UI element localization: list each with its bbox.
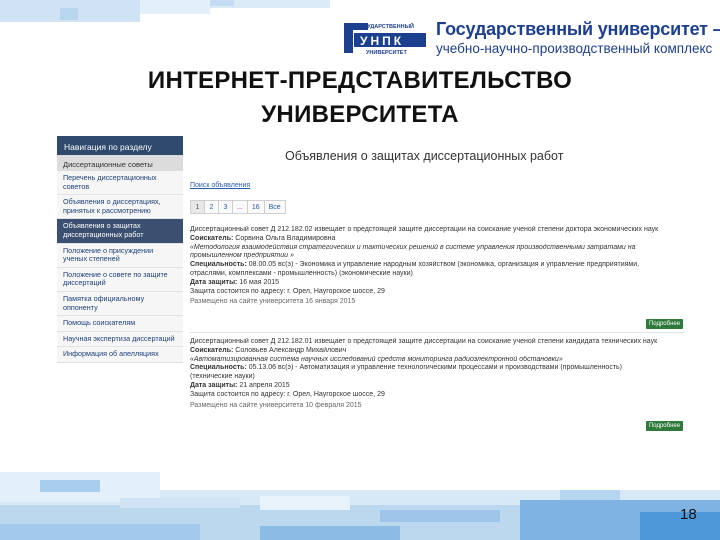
- nav-item-label: Положение о присуждении ученых степеней: [63, 245, 154, 264]
- bottom-decoration: [0, 472, 720, 540]
- nav-item-applicant-help[interactable]: Помощь соискателям: [57, 316, 183, 332]
- page-ellipsis: ...: [232, 200, 248, 214]
- specialty-text: 05.13.06 вс(э) - Автоматизация и управле…: [248, 364, 623, 372]
- defense-address: Защита состоится по адресу: г. Орел, Нау…: [190, 287, 385, 295]
- applicant-name: Соловьев Александр Михайлович: [235, 346, 347, 354]
- nav-header: Навигация по разделу: [57, 136, 183, 155]
- defense-date-label: Дата защиты:: [190, 381, 238, 389]
- more-button[interactable]: Подробнее: [646, 421, 683, 431]
- applicant-label: Соискатель:: [190, 346, 234, 354]
- announcement-item: Диссертационный совет Д 212.182.01 извещ…: [190, 338, 685, 410]
- university-logo: ГОСУДАРСТВЕННЫЙ УНПК УНИВЕРСИТЕТ Государ…: [344, 18, 720, 58]
- defense-date-label: Дата защиты:: [190, 278, 238, 286]
- nav-section-title[interactable]: Диссертационные советы: [57, 155, 183, 171]
- slide-title-line-1: ИНТЕРНЕТ-ПРЕДСТАВИТЕЛЬСТВО: [147, 67, 573, 94]
- nav-item-label: Объявления о защитах диссертационных раб…: [63, 221, 144, 239]
- nav-item-council-regulations[interactable]: Положение о совете по защите диссертаций: [57, 267, 183, 292]
- divider: [190, 332, 685, 333]
- announcement-item: Диссертационный совет Д 212.182.02 извещ…: [190, 226, 685, 307]
- announcement-heading: Диссертационный совет Д 212.182.02 извещ…: [190, 226, 659, 233]
- logo-emblem: ГОСУДАРСТВЕННЫЙ УНПК УНИВЕРСИТЕТ: [344, 22, 426, 56]
- logo-subtitle: учебно-научно-производственный комплекс: [436, 41, 713, 56]
- nav-item-label: Перечень диссертационных советов: [63, 173, 157, 191]
- specialty-label: Специальность:: [190, 261, 247, 269]
- logo-mark-top: ГОСУДАРСТВЕННЫЙ: [356, 22, 414, 30]
- topic-text: «Автоматизированная система научных иссл…: [190, 355, 563, 363]
- logo-mark-bottom: УНИВЕРСИТЕТ: [366, 50, 407, 56]
- specialty-label: Специальность:: [190, 364, 247, 372]
- nav-item-opponent-memo[interactable]: Памятка официальному оппоненту: [57, 291, 183, 317]
- defense-address: Защита состоится по адресу: г. Орел, Нау…: [190, 390, 385, 398]
- nav-item-degree-regulations[interactable]: Положение о присуждении ученых степеней: [57, 243, 183, 268]
- search-announcement-link[interactable]: Поиск объявления: [190, 182, 250, 189]
- page-title: Объявления о защитах диссертационных раб…: [285, 149, 564, 163]
- logo-title: Государственный университет –: [436, 19, 720, 39]
- slide-title-line-2: УНИВЕРСИТЕТА: [261, 101, 459, 128]
- specialty-text: 08.00.05 вс(э) - Экономика и управление …: [248, 261, 640, 269]
- slide-number: 18: [680, 506, 697, 523]
- nav-item-label: Памятка официальному оппоненту: [63, 293, 145, 312]
- nav-item-defense-announcements[interactable]: Объявления о защитах диссертационных раб…: [57, 219, 183, 244]
- more-button[interactable]: Подробнее: [646, 319, 683, 329]
- top-left-decoration: [0, 0, 330, 22]
- announcement-heading: Диссертационный совет Д 212.182.01 извещ…: [190, 338, 658, 345]
- main-content: Объявления о защитах диссертационных раб…: [190, 131, 685, 439]
- nav-item-label: Научная экспертиза диссертаций: [63, 333, 175, 343]
- nav-item-accepted-dissertations[interactable]: Объявления о диссертациях, принятых к ра…: [57, 195, 183, 220]
- logo-mark-middle: УНПК: [360, 34, 404, 48]
- page-2-button[interactable]: 2: [204, 200, 219, 214]
- defense-date: 21 апреля 2015: [239, 381, 290, 389]
- defense-date: 16 мая 2015: [239, 278, 280, 286]
- applicant-label: Соискатель:: [190, 234, 234, 242]
- website-screenshot: Навигация по разделу Диссертационные сов…: [57, 131, 685, 439]
- nav-item-label: Положение о совете по защите диссертаций: [63, 269, 168, 288]
- nav-item-label: Информация об апелляциях: [63, 349, 159, 359]
- nav-item-councils-list[interactable]: Перечень диссертационных советов: [57, 171, 183, 196]
- nav-item-scientific-expertise[interactable]: Научная экспертиза диссертаций: [57, 331, 183, 348]
- specialty-text-cont: (технические науки): [190, 373, 255, 381]
- posted-date: Размещено на сайте университета 10 февра…: [190, 401, 362, 409]
- nav-item-label: Объявления о диссертациях, принятых к ра…: [63, 197, 161, 215]
- posted-date: Размещено на сайте университета 16 январ…: [190, 298, 356, 306]
- page-1-button[interactable]: 1: [190, 200, 205, 214]
- nav-item-appeals[interactable]: Информация об апелляциях: [57, 347, 183, 363]
- topic-text: «Методология взаимодействия стратегическ…: [190, 243, 636, 251]
- page-3-button[interactable]: 3: [218, 200, 233, 214]
- applicant-name: Сорвина Ольга Владимировна: [235, 234, 336, 242]
- topic-text-cont: промышленном предприятии »: [190, 252, 294, 260]
- specialty-text-cont: отраслями, комплексами - промышленность)…: [190, 269, 413, 277]
- nav-item-label: Помощь соискателям: [63, 318, 136, 328]
- page-16-button[interactable]: 16: [246, 200, 265, 214]
- section-navigation: Навигация по разделу Диссертационные сов…: [57, 136, 183, 363]
- page-all-button[interactable]: Все: [263, 200, 286, 214]
- pagination: 1 2 3 ... 16 Все: [190, 200, 286, 214]
